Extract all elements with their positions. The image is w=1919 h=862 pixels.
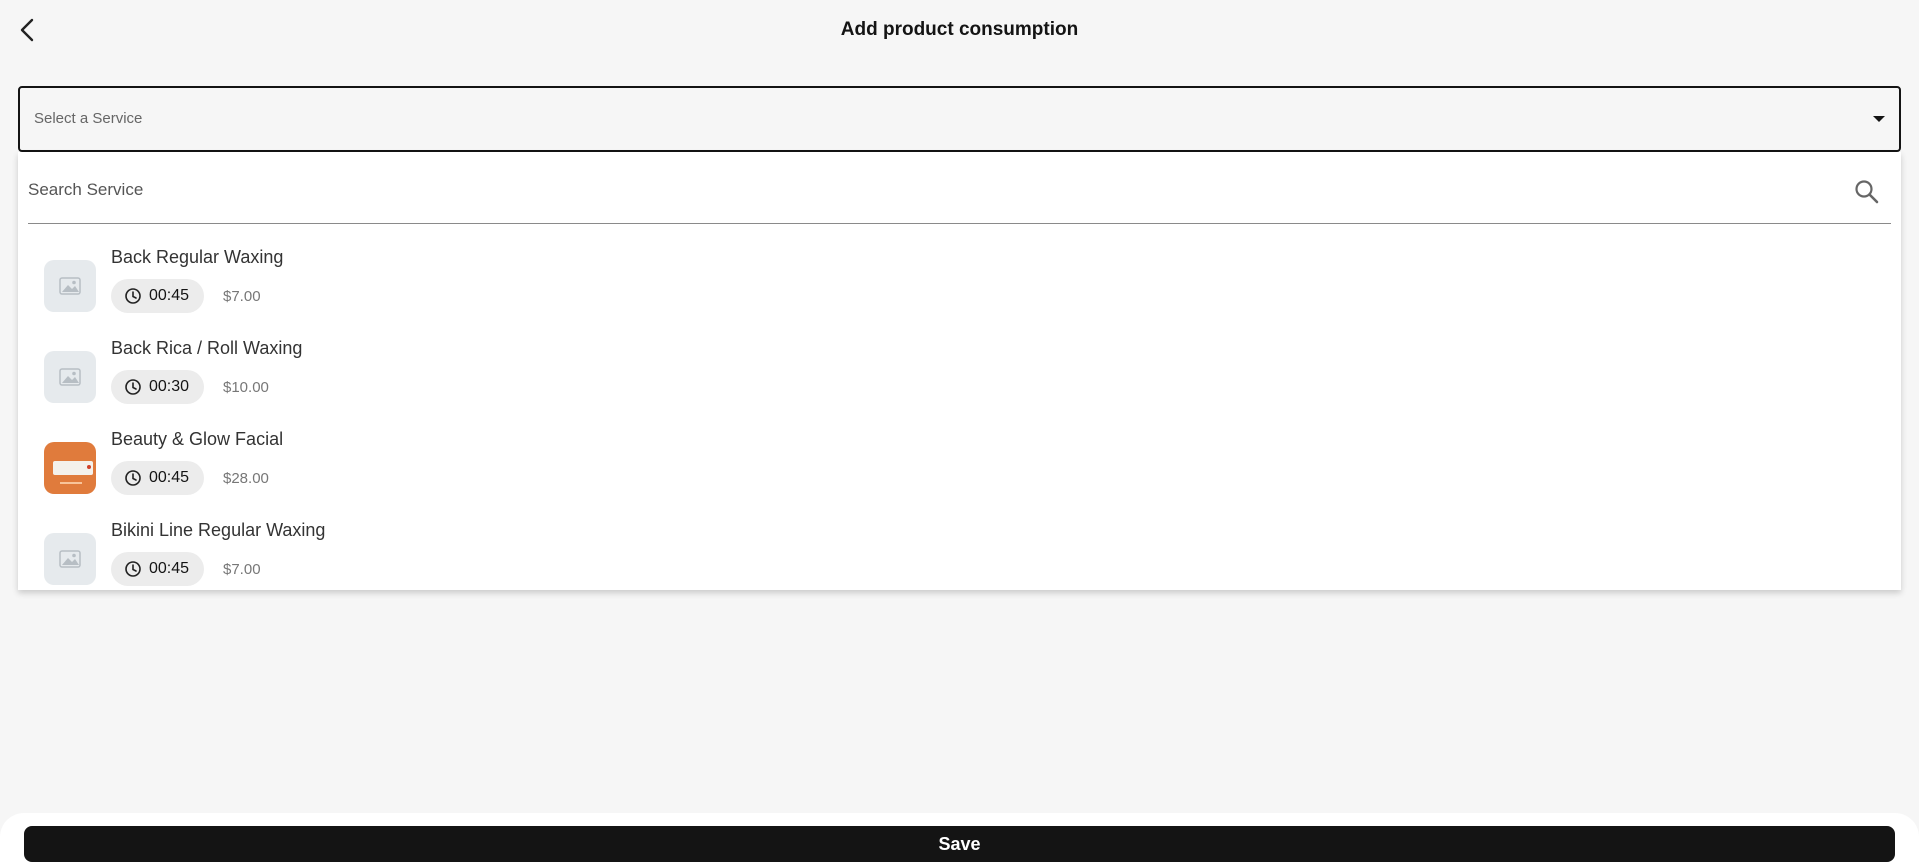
clock-icon [125,288,141,304]
service-item[interactable]: Back Regular Waxing 00:45 $7.00 [18,236,1901,327]
duration-badge: 00:45 [111,461,204,495]
placeholder-image-icon [44,351,96,403]
service-price: $28.00 [223,470,269,487]
service-price: $10.00 [223,379,269,396]
service-dropdown: Back Regular Waxing 00:45 $7.00 Back Ric… [18,152,1901,590]
duration-text: 00:45 [149,469,190,486]
duration-badge: 00:30 [111,370,204,404]
duration-badge: 00:45 [111,552,204,586]
clock-icon [125,379,141,395]
search-row [28,170,1891,224]
service-item[interactable]: Beauty & Glow Facial 00:45 $28.00 [18,418,1901,509]
header: Add product consumption [0,0,1919,62]
product-photo [44,442,96,494]
page-title: Add product consumption [840,19,1079,40]
service-select[interactable]: Select a Service [18,86,1901,152]
service-item[interactable]: Bikini Line Regular Waxing 00:45 $7.00 [18,509,1901,590]
service-select-placeholder: Select a Service [34,110,143,127]
caret-down-icon [1873,116,1885,122]
placeholder-image-icon [44,533,96,585]
duration-badge: 00:45 [111,279,204,313]
service-list: Back Regular Waxing 00:45 $7.00 Back Ric… [18,236,1901,590]
service-name: Beauty & Glow Facial [111,429,284,449]
service-name: Back Regular Waxing [111,247,284,267]
clock-icon [125,561,141,577]
service-price: $7.00 [223,561,261,578]
search-icon[interactable] [1853,178,1881,206]
service-item[interactable]: Back Rica / Roll Waxing 00:30 $10.00 [18,327,1901,418]
duration-text: 00:30 [149,378,190,395]
duration-text: 00:45 [149,560,190,577]
service-name: Back Rica / Roll Waxing [111,338,303,358]
search-input[interactable] [28,170,1808,210]
placeholder-image-icon [44,260,96,312]
clock-icon [125,470,141,486]
service-name: Bikini Line Regular Waxing [111,520,326,540]
duration-text: 00:45 [149,287,190,304]
save-button[interactable]: Save [24,826,1895,862]
service-price: $7.00 [223,288,261,305]
